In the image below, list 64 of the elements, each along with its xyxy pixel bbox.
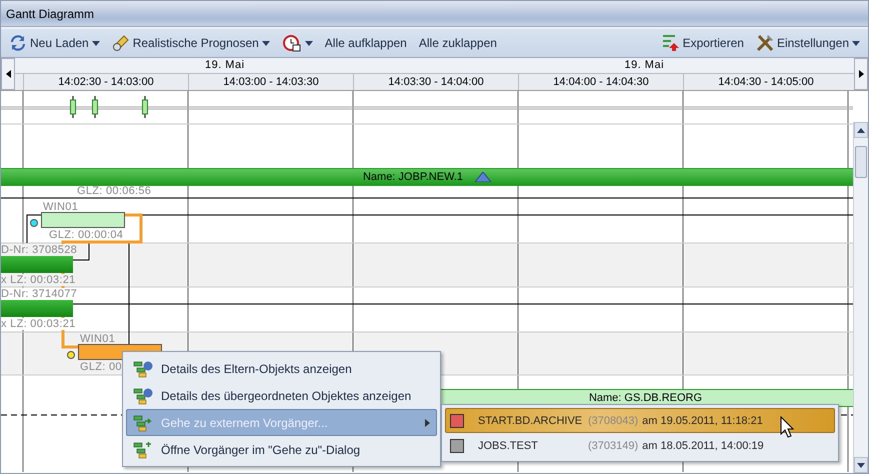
group-name: Name: JOBP.NEW.1	[362, 171, 464, 183]
mouse-cursor-icon	[780, 416, 794, 438]
group-name: Name: GS.DB.REORG	[588, 392, 702, 404]
task-marker-icon	[70, 96, 76, 118]
duration-label: GLZ: 00	[80, 361, 122, 373]
duration-label: x LZ: 00:03:21	[1, 318, 76, 330]
caret-icon	[304, 40, 313, 46]
down-arrow-icon	[857, 462, 865, 468]
menu-item[interactable]: Details des übergeordneten Objektes anzeigen	[126, 382, 437, 409]
caret-icon	[852, 40, 860, 46]
run-id-label: D-Nr: 3714077	[1, 288, 78, 300]
hierarchy-open-icon	[133, 440, 153, 458]
left-arrow-icon	[6, 70, 10, 78]
toolbar-button[interactable]: Exportieren	[660, 34, 746, 52]
duration-label: x LZ: 00:03:21	[1, 274, 76, 286]
toolbar-button[interactable]: Alle zuklappen	[416, 36, 499, 50]
scroll-up-button[interactable]	[854, 122, 868, 138]
parent-info-icon	[133, 360, 153, 378]
time-column-header: 14:03:30 - 14:04:00	[353, 74, 518, 90]
group-band[interactable]: Name: JOBP.NEW.1	[1, 168, 853, 186]
alarm-clock-icon	[282, 34, 302, 52]
export-icon	[662, 34, 680, 52]
scroll-left-button[interactable]	[1, 58, 15, 90]
duration-label: GLZ: 00:00:04	[49, 229, 124, 241]
tools-icon	[756, 34, 774, 52]
host-label: WIN01	[43, 201, 78, 213]
task-marker-icon	[92, 96, 98, 118]
connector-line	[26, 214, 42, 244]
time-column-header: 14:04:00 - 14:04:30	[518, 74, 683, 90]
caret-icon	[92, 40, 100, 46]
up-arrow-icon	[857, 128, 865, 132]
collapse-icon[interactable]	[475, 172, 492, 182]
time-column-header: 14:03:00 - 14:03:30	[188, 74, 353, 90]
vertical-scrollbar[interactable]	[853, 122, 868, 473]
hierarchy-info-icon	[133, 386, 153, 404]
host-label: WIN01	[80, 333, 116, 345]
submenu-item[interactable]: START.BD.ARCHIVE (3708043) am 19.05.2011, 11:18:21	[445, 408, 835, 433]
date-label: 19. Mai	[204, 58, 246, 73]
hierarchy-arrow-icon	[133, 414, 153, 432]
submenu-arrow-icon	[425, 418, 430, 426]
scroll-down-button[interactable]	[854, 457, 868, 473]
toolbar-button[interactable]: Realistische Prognosen	[110, 34, 272, 52]
refresh-icon	[9, 35, 27, 51]
start-dot-icon	[30, 219, 38, 227]
toolbar-button[interactable]: Alle aufklappen	[322, 36, 409, 50]
toolbar-button[interactable]: Einstellungen	[754, 34, 862, 52]
ruler-icon	[112, 34, 130, 52]
time-column-header: 14:04:30 - 14:05:00	[683, 74, 848, 90]
task-marker-icon	[142, 96, 148, 118]
menu-item[interactable]: Öffne Vorgänger im "Gehe zu"-Dialog	[126, 436, 437, 463]
right-arrow-icon	[858, 70, 864, 78]
run-id-label: D-Nr: 3708528	[1, 244, 78, 256]
task-box[interactable]	[41, 212, 125, 228]
caret-icon	[262, 40, 270, 46]
duration-label: GLZ: 00:06:56	[77, 185, 152, 197]
window-title: Gantt Diagramm	[6, 6, 94, 20]
menu-item[interactable]: Details des Eltern-Objekts anzeigen	[126, 355, 437, 382]
submenu-item[interactable]: JOBS.TEST (3703149) am 18.05.2011, 14:00:19	[445, 433, 835, 458]
scroll-thumb[interactable]	[855, 146, 867, 178]
time-column-header: 14:02:30 - 14:03:00	[23, 74, 188, 90]
date-label: 19. Mai	[623, 58, 666, 73]
start-dot-icon	[67, 351, 75, 359]
toolbar-button[interactable]: Neu Laden	[7, 35, 102, 51]
scroll-right-button[interactable]	[854, 58, 868, 90]
